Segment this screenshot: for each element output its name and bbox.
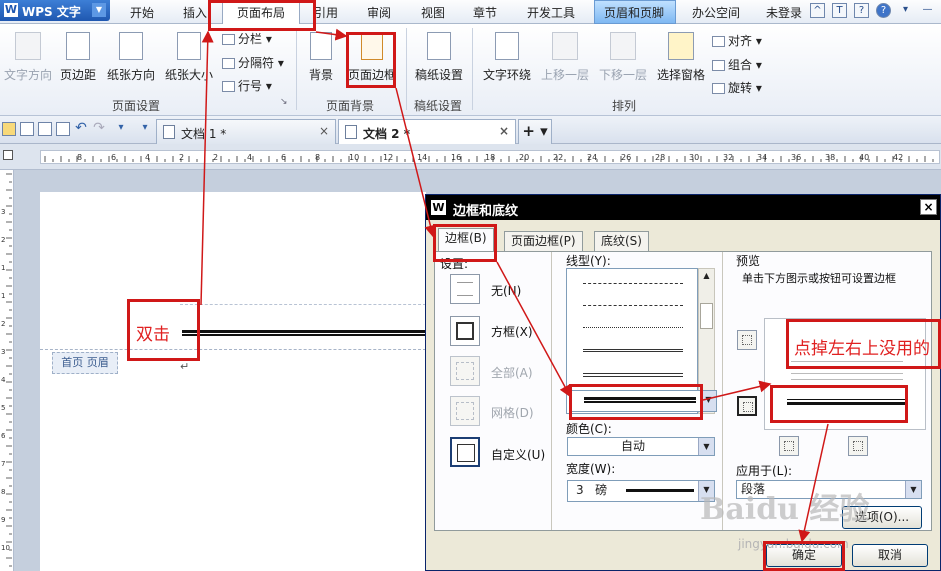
annotation-arrows [200, 28, 829, 543]
arrow-to-page-layout [200, 30, 214, 306]
arrow-to-preview [702, 380, 772, 401]
arrow-to-page-border [315, 28, 348, 41]
arrow-to-ok [798, 423, 829, 543]
arrow-to-borders-tab [395, 87, 437, 238]
arrow-to-line-style [496, 261, 571, 398]
